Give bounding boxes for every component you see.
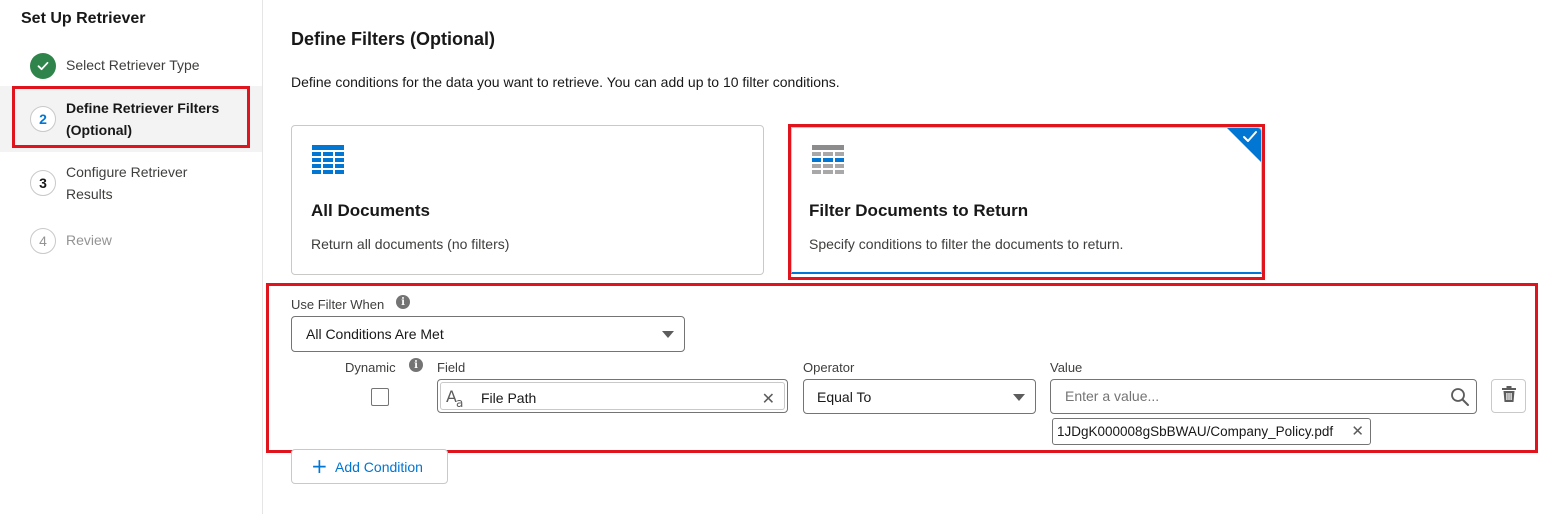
dynamic-checkbox[interactable] <box>371 388 389 406</box>
add-condition-label: Add Condition <box>335 459 423 475</box>
close-icon[interactable]: ✕ <box>762 389 775 408</box>
card-description: Specify conditions to filter the documen… <box>809 236 1124 252</box>
plus-icon: + <box>311 454 328 478</box>
step-label: Review <box>66 232 112 248</box>
check-icon <box>30 53 56 79</box>
step-configure-retriever-results[interactable]: 3 Configure Retriever Results <box>0 161 262 209</box>
card-title: Filter Documents to Return <box>809 201 1029 220</box>
step-label-line1: Define Retriever Filters <box>66 100 220 116</box>
step-review: 4 Review <box>0 227 262 255</box>
delete-condition-button[interactable] <box>1491 379 1526 413</box>
step-number: 3 <box>30 170 56 196</box>
chevron-down-icon <box>1013 393 1025 401</box>
step-label: Select Retriever Type <box>66 57 200 73</box>
table-icon <box>312 145 344 182</box>
close-icon[interactable]: ✕ <box>1351 422 1364 440</box>
text-field-icon: Aa <box>446 387 464 410</box>
card-description: Return all documents (no filters) <box>311 236 510 252</box>
setup-sidebar: Set Up Retriever Select Retriever Type 2… <box>0 0 263 514</box>
chevron-down-icon <box>662 331 674 338</box>
use-filter-when-label: Use Filter When <box>291 297 385 312</box>
value-pill[interactable]: 1JDgK000008gSbBWAU/Company_Policy.pdf ✕ <box>1052 418 1371 445</box>
card-all-documents[interactable]: All Documents Return all documents (no f… <box>291 125 764 275</box>
field-value: File Path <box>481 390 537 406</box>
value-placeholder: Enter a value... <box>1065 388 1160 404</box>
step-number: 2 <box>30 106 56 132</box>
value-label: Value <box>1050 360 1083 375</box>
step-label-line2: (Optional) <box>66 122 133 138</box>
use-filter-when-select[interactable]: All Conditions Are Met <box>291 316 685 352</box>
page-title: Define Filters (Optional) <box>291 29 496 49</box>
card-filter-documents[interactable]: Filter Documents to Return Specify condi… <box>791 127 1262 274</box>
page-description: Define conditions for the data you want … <box>291 74 840 90</box>
select-value: Equal To <box>817 389 872 405</box>
operator-select[interactable]: Equal To <box>803 379 1036 414</box>
step-label: Configure Retriever Results <box>66 161 187 205</box>
card-title: All Documents <box>311 201 431 220</box>
step-number: 4 <box>30 228 56 254</box>
step-select-retriever-type[interactable]: Select Retriever Type <box>0 52 262 80</box>
sidebar-title: Set Up Retriever <box>21 10 146 27</box>
step-label-line2: Results <box>66 186 113 202</box>
field-lookup[interactable]: Aa File Path ✕ <box>437 379 788 413</box>
field-label: Field <box>437 360 466 375</box>
field-pill: Aa File Path ✕ <box>440 382 785 410</box>
value-input[interactable]: Enter a value... <box>1050 379 1477 414</box>
operator-label: Operator <box>803 360 855 375</box>
info-icon[interactable]: i <box>396 295 410 309</box>
trash-icon <box>1501 385 1516 407</box>
dynamic-label: Dynamic <box>345 360 396 375</box>
step-label: Define Retriever Filters (Optional) <box>66 97 219 141</box>
step-label-line1: Configure Retriever <box>66 164 188 180</box>
search-icon <box>1450 387 1470 412</box>
step-define-retriever-filters[interactable]: 2 Define Retriever Filters (Optional) <box>0 86 262 152</box>
pill-label: 1JDgK000008gSbBWAU/Company_Policy.pdf <box>1057 424 1334 439</box>
filtered-table-icon <box>812 145 844 182</box>
selected-check-icon <box>1242 130 1258 149</box>
select-value: All Conditions Are Met <box>306 326 444 342</box>
add-condition-button[interactable]: + Add Condition <box>291 449 448 484</box>
info-icon[interactable]: i <box>409 358 423 372</box>
